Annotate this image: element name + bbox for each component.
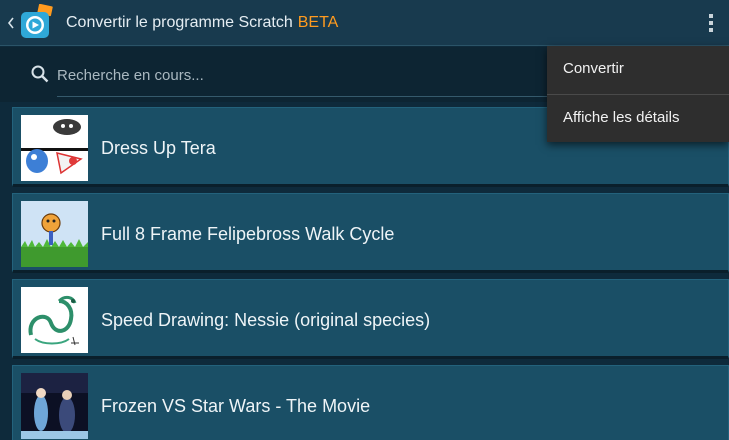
list-item[interactable]: Frozen VS Star Wars - The Movie (12, 365, 729, 440)
list-item[interactable]: Full 8 Frame Felipebross Walk Cycle (12, 193, 729, 273)
nessie-drawing-thumbnail (21, 287, 88, 353)
scratch-camera-icon[interactable] (17, 4, 55, 42)
project-title: Dress Up Tera (101, 138, 216, 158)
page-title: Convertir le programme Scratch BETA (66, 14, 338, 32)
project-title: Frozen VS Star Wars - The Movie (101, 396, 371, 416)
app-title: Convertir le programme Scratch (66, 14, 293, 31)
frozen-star-wars-thumbnail (21, 373, 88, 439)
dress-up-tera-thumbnail (21, 115, 88, 181)
list-item[interactable]: Speed Drawing: Nessie (original species) (12, 279, 729, 359)
project-title: Full 8 Frame Felipebross Walk Cycle (101, 224, 395, 244)
menu-item-details[interactable]: Affiche les détails (547, 95, 729, 143)
project-list: Dress Up Tera Full 8 Frame Felipebross W… (0, 103, 729, 440)
beta-badge: BETA (297, 14, 339, 31)
project-title: Speed Drawing: Nessie (original species) (101, 310, 431, 330)
walk-cycle-thumbnail (21, 201, 88, 267)
overflow-menu-icon[interactable] (700, 12, 722, 34)
back-chevron-icon[interactable] (6, 15, 16, 31)
action-bar: Convertir le programme Scratch BETA (0, 0, 729, 46)
menu-item-convertir[interactable]: Convertir (547, 46, 729, 94)
search-icon (31, 65, 49, 83)
search-input[interactable] (57, 60, 617, 90)
overflow-menu: Convertir Affiche les détails (547, 46, 729, 142)
